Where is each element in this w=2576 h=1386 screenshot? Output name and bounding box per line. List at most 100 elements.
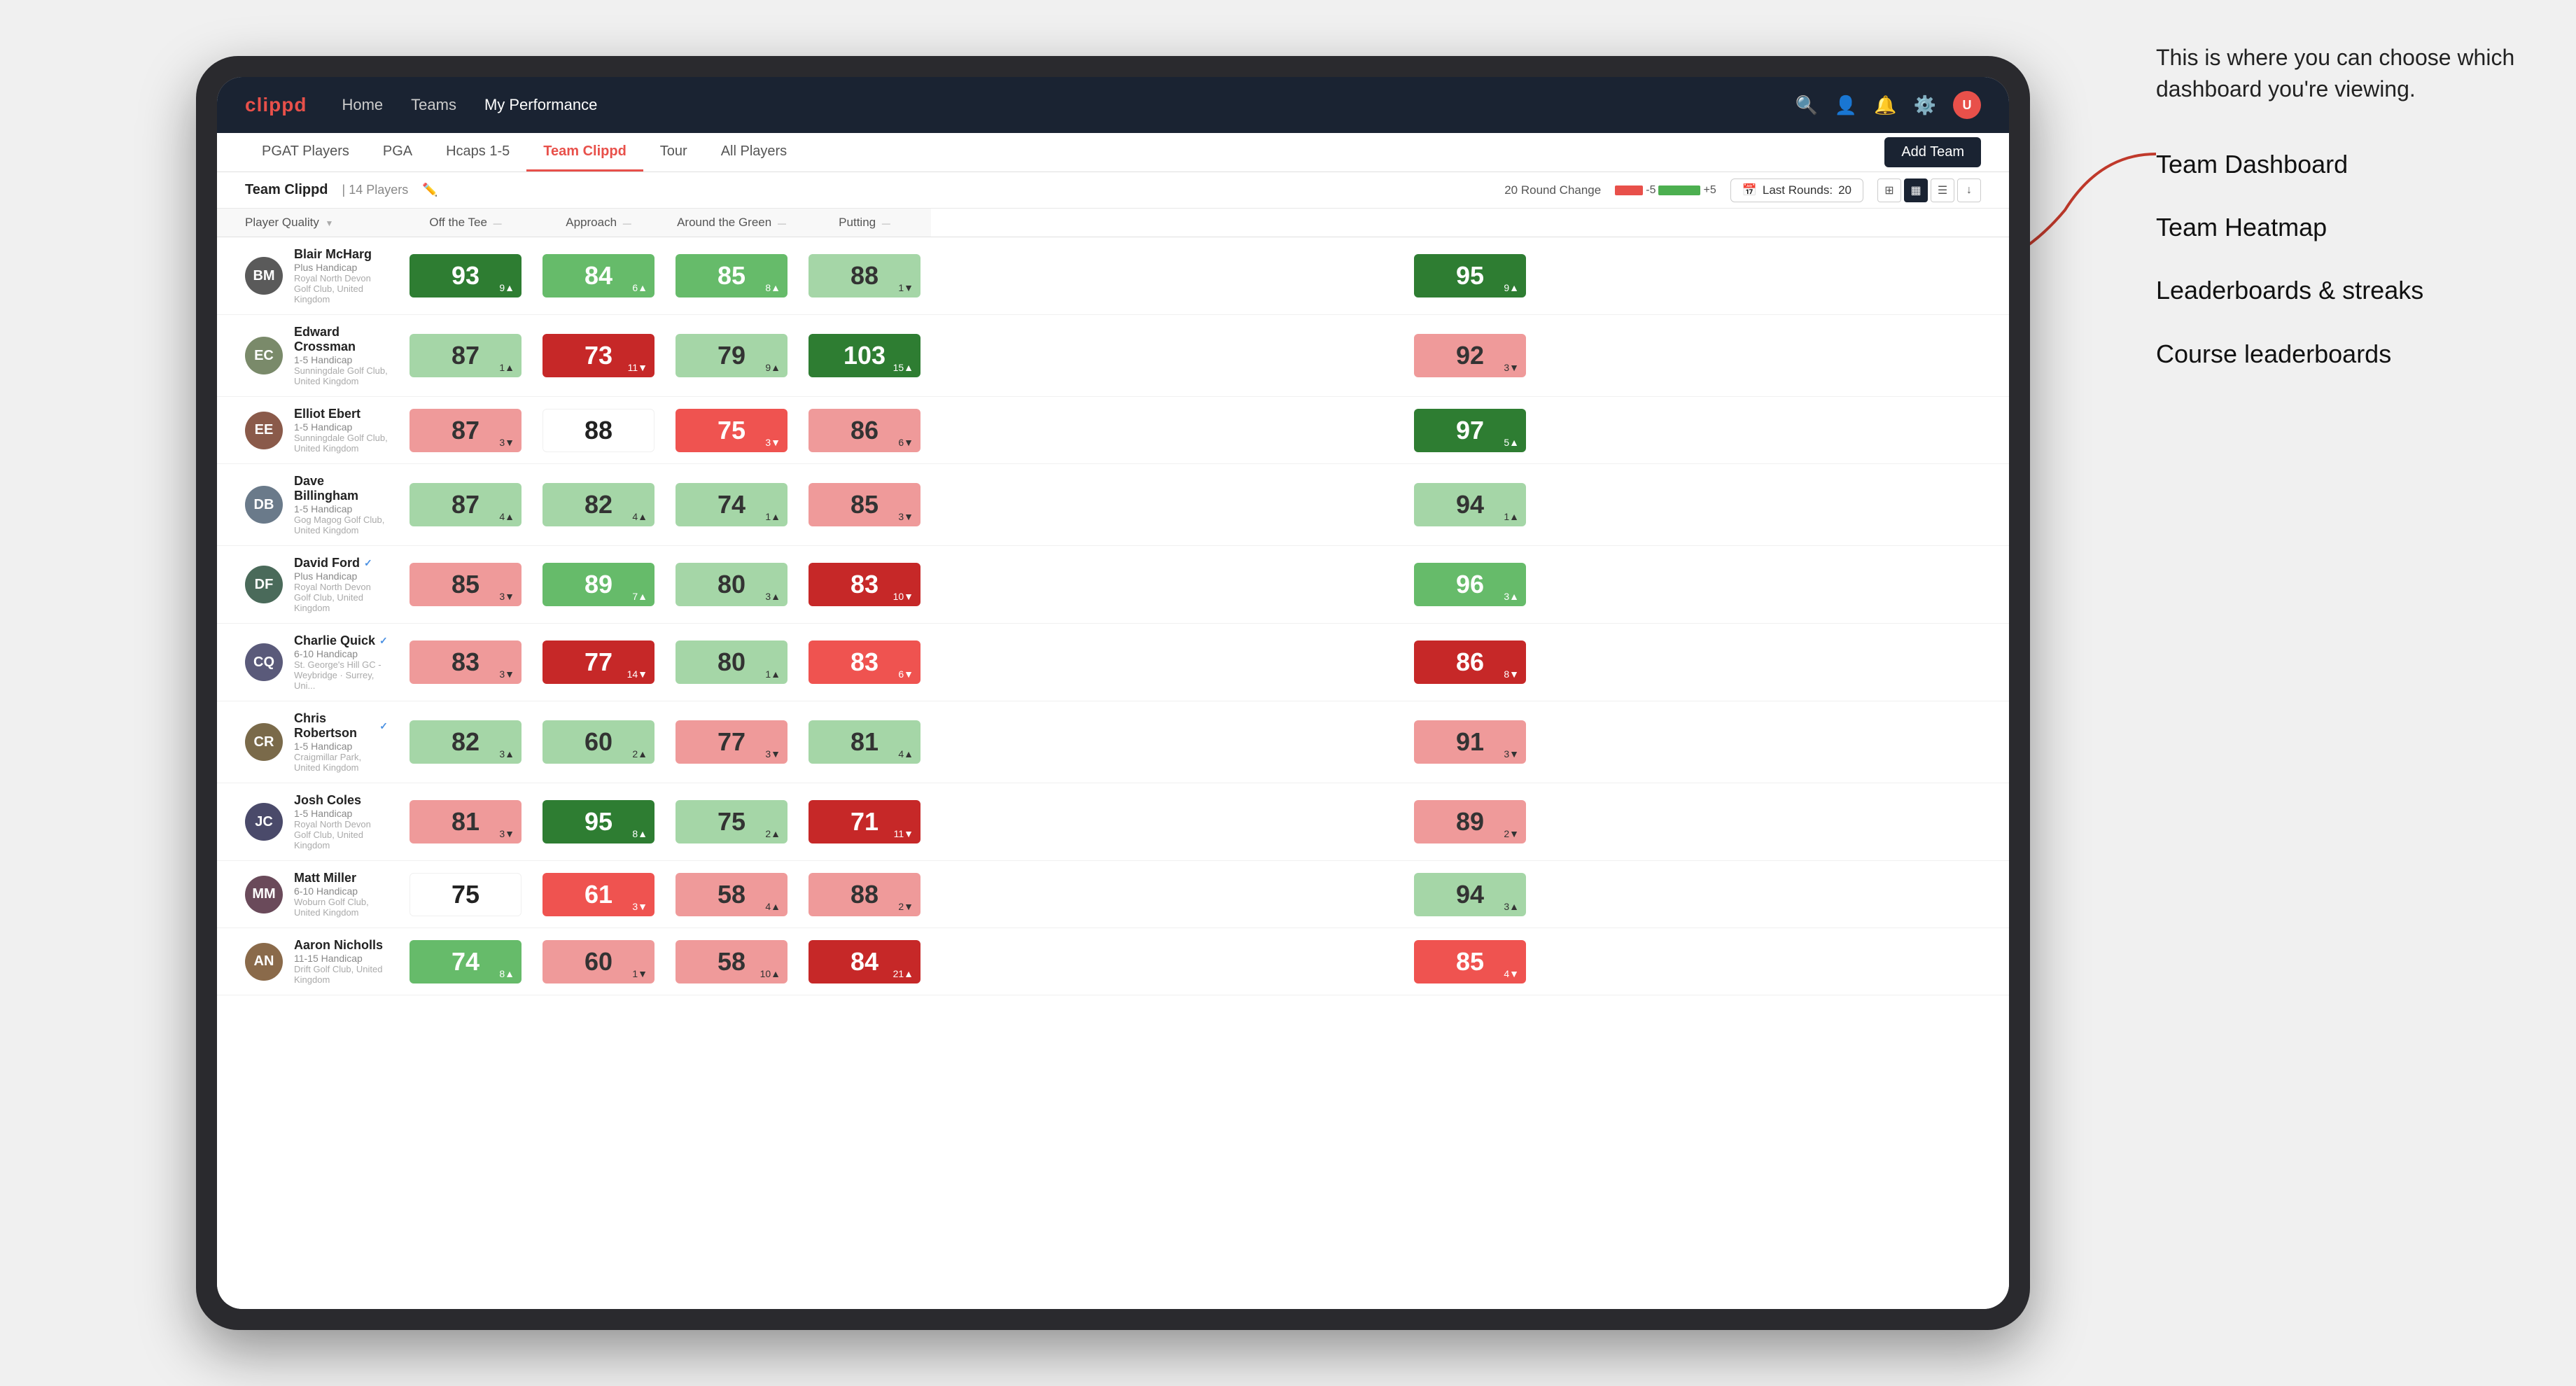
team-player-count: | 14 Players (342, 183, 409, 197)
score-value: 83 (850, 570, 878, 599)
score-box: 939▲ (410, 254, 522, 298)
score-cell: 79 9▲ (665, 315, 798, 397)
score-value: 94 (1456, 880, 1484, 909)
subnav-tab-hcaps-1-5[interactable]: Hcaps 1-5 (429, 133, 526, 172)
subnav-tab-tour[interactable]: Tour (643, 133, 704, 172)
annotation-list-item: Team Heatmap (2156, 210, 2520, 245)
score-cell: 873▼ (399, 397, 532, 464)
score-change: 3▼ (898, 511, 913, 522)
list-view-button[interactable]: ☰ (1931, 178, 1954, 202)
player-cell-8[interactable]: MMMatt Miller6-10 HandicapWoburn Golf Cl… (217, 861, 399, 928)
player-info: Charlie Quick ✓6-10 HandicapSt. George's… (294, 634, 388, 691)
score-cell: 943▲ (931, 861, 2009, 928)
score-box: 801▲ (676, 640, 788, 684)
score-change: 9▲ (765, 362, 780, 373)
score-value: 83 (451, 648, 479, 677)
profile-icon[interactable]: 👤 (1835, 94, 1857, 116)
table-row: ECEdward Crossman1-5 HandicapSunningdale… (217, 315, 2009, 397)
score-box: 613▼ (542, 873, 654, 916)
navbar-icons: 🔍 👤 🔔 ⚙️ U (1795, 91, 1982, 119)
score-box: 748▲ (410, 940, 522, 983)
last-rounds-button[interactable]: 📅 Last Rounds: 20 (1730, 178, 1863, 202)
subnav-tab-team-clippd[interactable]: Team Clippd (526, 133, 643, 172)
search-icon[interactable]: 🔍 (1795, 94, 1818, 116)
subnav-tab-pga[interactable]: PGA (366, 133, 429, 172)
score-value: 60 (584, 727, 612, 757)
subnav-tab-pgat-players[interactable]: PGAT Players (245, 133, 366, 172)
player-cell-1[interactable]: ECEdward Crossman1-5 HandicapSunningdale… (217, 315, 399, 397)
score-box: 79 9▲ (676, 334, 788, 377)
verified-icon: ✓ (379, 635, 388, 647)
add-team-button[interactable]: Add Team (1884, 137, 1981, 167)
score-box: 10315▲ (808, 334, 920, 377)
score-value: 80 (718, 570, 746, 599)
tablet-screen: clippd HomeTeamsMy Performance 🔍 👤 🔔 ⚙️ … (217, 77, 2009, 1309)
heatmap-view-button[interactable]: ▦ (1904, 178, 1928, 202)
navbar-nav-item-home[interactable]: Home (342, 96, 383, 114)
player-club: Royal North Devon Golf Club, United King… (294, 582, 388, 613)
player-club: Sunningdale Golf Club, United Kingdom (294, 433, 388, 454)
player-cell-9[interactable]: ANAaron Nicholls11-15 HandicapDrift Golf… (217, 928, 399, 995)
score-value: 81 (850, 727, 878, 757)
score-box: 882▼ (808, 873, 920, 916)
score-cell: 60 2▲ (532, 701, 665, 783)
player-cell-2[interactable]: EEElliot Ebert1-5 HandicapSunningdale Go… (217, 397, 399, 464)
player-handicap: 1-5 Handicap (294, 741, 388, 752)
notifications-icon[interactable]: 🔔 (1874, 94, 1896, 116)
score-change: 1▲ (765, 668, 780, 680)
settings-icon[interactable]: ⚙️ (1914, 94, 1936, 116)
score-box: 75 (410, 873, 522, 916)
player-name: Chris Robertson ✓ (294, 711, 388, 741)
score-value: 75 (718, 416, 746, 445)
player-avatar: JC (245, 803, 283, 841)
score-value: 77 (718, 727, 746, 757)
player-cell-4[interactable]: DFDavid Ford ✓Plus HandicapRoyal North D… (217, 546, 399, 624)
score-box: 7111▼ (808, 800, 920, 844)
download-button[interactable]: ↓ (1957, 178, 1981, 202)
annotation-list: Team DashboardTeam HeatmapLeaderboards &… (2156, 147, 2520, 372)
annotation-list-item: Course leaderboards (2156, 337, 2520, 372)
user-avatar[interactable]: U (1953, 91, 1981, 119)
score-change: 2▲ (632, 748, 648, 760)
score-change: 3▼ (765, 748, 780, 760)
player-cell-0[interactable]: BMBlair McHargPlus HandicapRoyal North D… (217, 237, 399, 315)
player-cell-6[interactable]: CRChris Robertson ✓1-5 HandicapCraigmill… (217, 701, 399, 783)
score-value: 91 (1456, 727, 1484, 757)
score-change: 2▼ (898, 901, 913, 912)
score-change: 8▲ (765, 282, 780, 293)
score-box: 854▼ (1414, 940, 1526, 983)
score-change: 6▲ (632, 282, 648, 293)
score-change: 1▲ (499, 362, 514, 373)
score-box: 824▲ (542, 483, 654, 526)
score-value: 79 (718, 341, 746, 370)
score-value: 88 (850, 261, 878, 290)
score-change: 1▲ (1504, 511, 1519, 522)
score-value: 87 (451, 416, 479, 445)
score-cell: 941▲ (931, 464, 2009, 546)
score-change: 6▼ (898, 437, 913, 448)
player-cell-7[interactable]: JC Josh Coles1-5 HandicapRoyal North Devo… (217, 783, 399, 861)
score-box: 958▲ (542, 800, 654, 844)
score-value: 81 (451, 807, 479, 836)
player-name: Elliot Ebert (294, 407, 388, 421)
edit-team-icon[interactable]: ✏️ (422, 183, 438, 197)
score-value: 85 (850, 490, 878, 519)
score-box: 753▼ (676, 409, 788, 452)
player-cell-5[interactable]: CQCharlie Quick ✓6-10 HandicapSt. George… (217, 624, 399, 701)
score-change: 10▲ (760, 968, 780, 979)
player-club: St. George's Hill GC - Weybridge · Surre… (294, 659, 388, 691)
score-value: 95 (584, 807, 612, 836)
player-name: Aaron Nicholls (294, 938, 388, 953)
navbar-nav-item-my-performance[interactable]: My Performance (484, 96, 597, 114)
score-cell: 824▲ (532, 464, 665, 546)
navbar-nav-item-teams[interactable]: Teams (411, 96, 456, 114)
bar-positive (1658, 186, 1700, 195)
player-table: Player Quality ▼ Off the Tee — Approach … (217, 209, 2009, 995)
grid-view-button[interactable]: ⊞ (1877, 178, 1901, 202)
player-cell-3[interactable]: DBDave Billingham1-5 HandicapGog Magog G… (217, 464, 399, 546)
score-box: 601▼ (542, 940, 654, 983)
player-name: Matt Miller (294, 871, 388, 886)
score-change: 3▲ (499, 748, 514, 760)
player-info: Josh Coles1-5 HandicapRoyal North Devon … (294, 793, 388, 850)
subnav-tab-all-players[interactable]: All Players (704, 133, 804, 172)
